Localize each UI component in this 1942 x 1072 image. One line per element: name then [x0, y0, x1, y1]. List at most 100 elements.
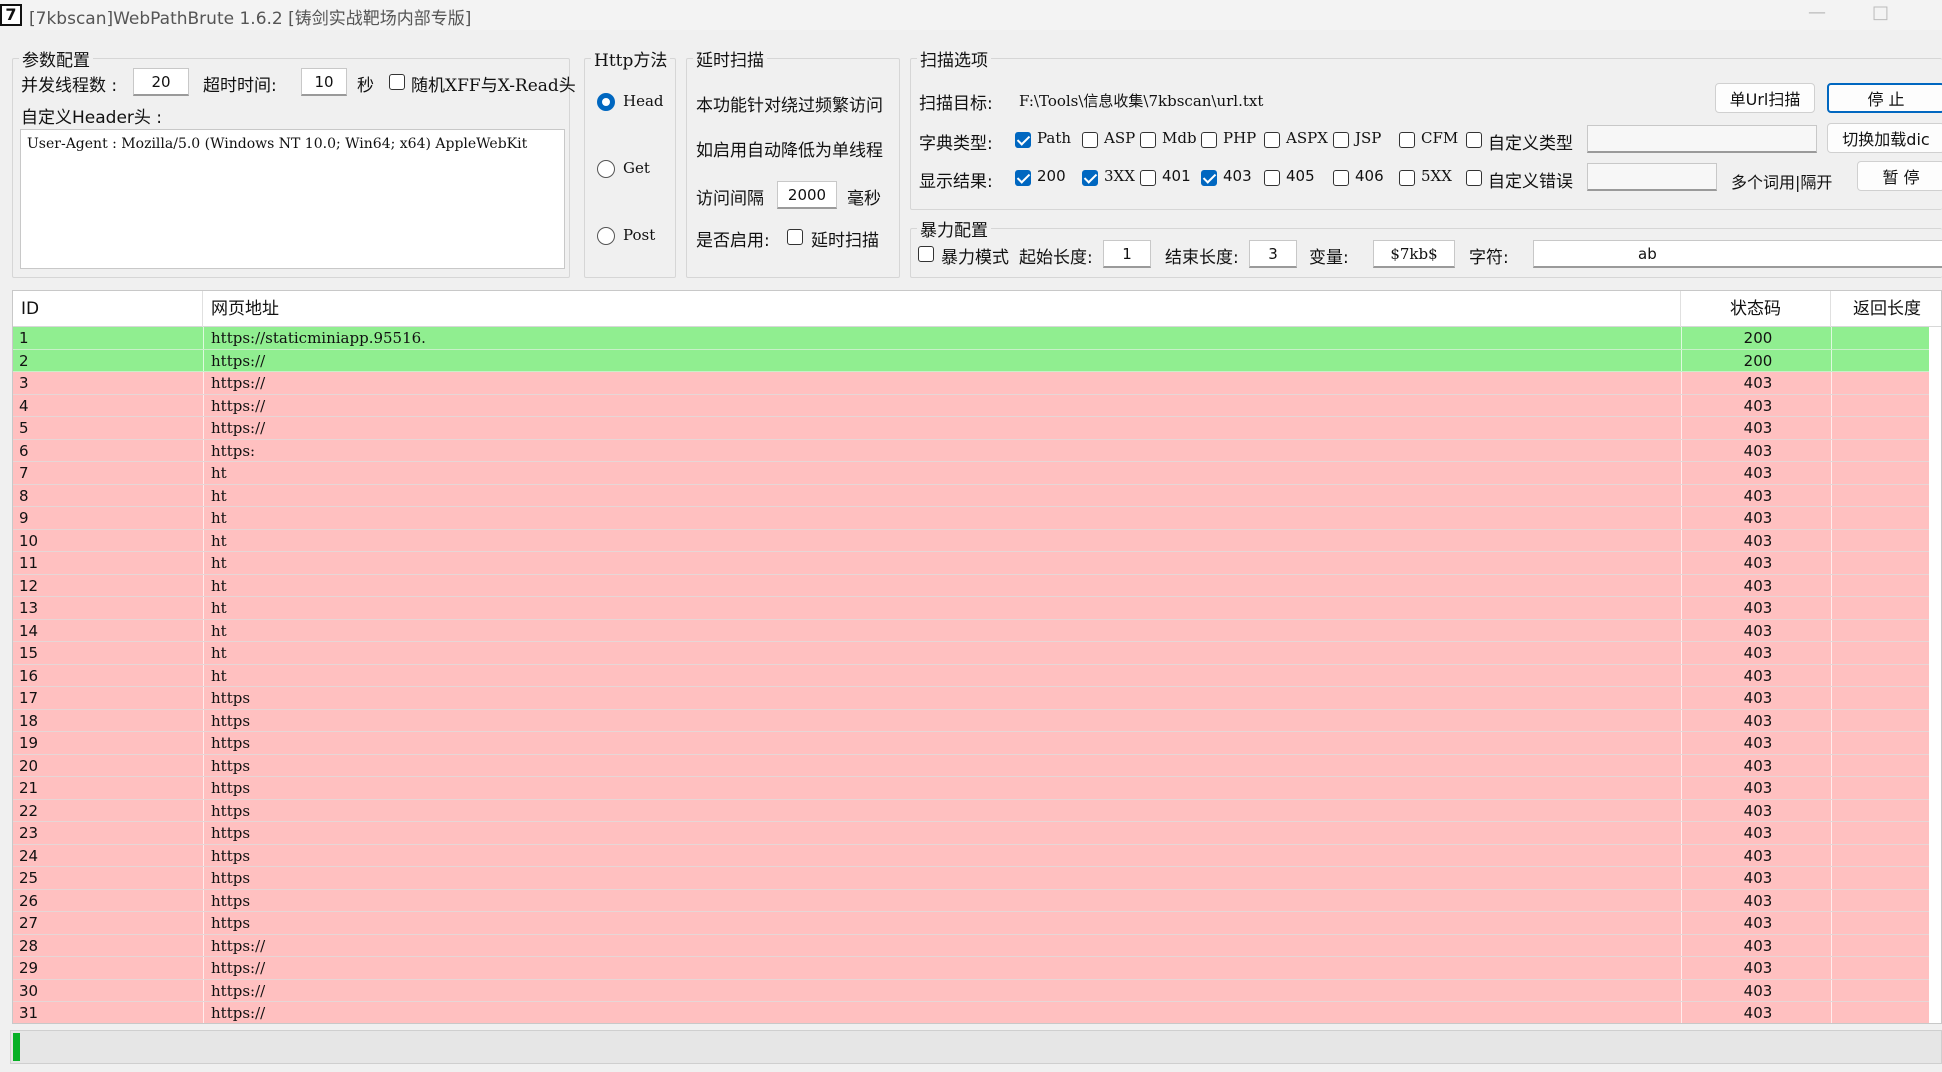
row-status-cell: 200 — [1743, 329, 1773, 347]
dict-php-checkbox[interactable] — [1201, 132, 1217, 148]
result-403-checkbox[interactable] — [1201, 170, 1217, 186]
table-row[interactable]: 30 https:// 403 — [13, 979, 1929, 1002]
minimize-button[interactable]: — — [1808, 2, 1826, 23]
delay-enable-label: 是否启用: — [696, 231, 770, 251]
start-length-input[interactable]: 1 — [1103, 240, 1151, 268]
table-row[interactable]: 27 https 403 — [13, 912, 1929, 935]
dict-cfm-checkbox[interactable] — [1399, 132, 1415, 148]
table-row[interactable]: 1 https://staticminiapp.95516. 200 — [13, 327, 1929, 350]
table-row[interactable]: 25 https 403 — [13, 867, 1929, 890]
timeout-input[interactable]: 10 — [301, 68, 347, 96]
row-status-cell: 403 — [1743, 756, 1773, 775]
radio-head[interactable] — [597, 93, 615, 111]
dict-path-checkbox[interactable] — [1015, 132, 1031, 148]
stop-button[interactable]: 停 止 — [1827, 83, 1942, 113]
result-200-checkbox[interactable] — [1015, 170, 1031, 186]
cell-divider — [1681, 574, 1682, 596]
delay-group: 延时扫描 本功能针对绕过频繁访问 如启用自动降低为单线程 访问间隔 2000 毫… — [686, 46, 900, 278]
table-row[interactable]: 14 ht 403 — [13, 619, 1929, 642]
result-406-checkbox[interactable] — [1333, 170, 1349, 186]
brute-mode-label: 暴力模式 — [941, 248, 1009, 268]
table-row[interactable]: 24 https 403 — [13, 844, 1929, 867]
table-row[interactable]: 5 https:// 403 — [13, 417, 1929, 440]
col-length-header[interactable]: 返回长度 — [1831, 291, 1941, 327]
table-row[interactable]: 31 https:// 403 — [13, 1002, 1929, 1023]
random-xff-checkbox[interactable] — [389, 74, 405, 90]
table-row[interactable]: 10 ht 403 — [13, 529, 1929, 552]
table-row[interactable]: 19 https 403 — [13, 732, 1929, 755]
dict-asp-checkbox[interactable] — [1082, 132, 1098, 148]
table-row[interactable]: 28 https:// 403 — [13, 934, 1929, 957]
table-row[interactable]: 4 https:// 403 — [13, 394, 1929, 417]
table-row[interactable]: 3 https:// 403 — [13, 372, 1929, 395]
params-group-title: 参数配置 — [19, 46, 93, 71]
cell-divider — [203, 349, 204, 371]
table-row[interactable]: 6 https: 403 — [13, 439, 1929, 462]
col-url-header[interactable]: 网页地址 — [203, 291, 1681, 327]
row-id-cell: 3 — [19, 374, 29, 392]
table-row[interactable]: 12 ht 403 — [13, 574, 1929, 597]
result-401-checkbox[interactable] — [1140, 170, 1156, 186]
table-row[interactable]: 17 https 403 — [13, 687, 1929, 710]
result-5xx-checkbox[interactable] — [1399, 170, 1415, 186]
row-url-cell: ht — [211, 509, 227, 527]
dict-jsp-label: JSP — [1355, 129, 1382, 147]
cell-divider — [203, 709, 204, 731]
switch-dict-button[interactable]: 切换加载dic — [1827, 123, 1942, 153]
cell-divider — [203, 507, 204, 529]
col-status-header[interactable]: 状态码 — [1681, 291, 1831, 327]
target-path: F:\Tools\信息收集\7kbscan\url.txt — [1019, 92, 1264, 110]
table-row[interactable]: 20 https 403 — [13, 754, 1929, 777]
header-textarea[interactable]: User-Agent : Mozilla/5.0 (Windows NT 10.… — [20, 129, 565, 269]
table-row[interactable]: 29 https:// 403 — [13, 957, 1929, 980]
dict-custom-input[interactable] — [1587, 125, 1817, 153]
table-row[interactable]: 13 ht 403 — [13, 597, 1929, 620]
table-row[interactable]: 8 ht 403 — [13, 484, 1929, 507]
result-406-label: 406 — [1355, 167, 1384, 185]
cell-divider — [203, 1002, 204, 1023]
start-length-label: 起始长度: — [1019, 248, 1093, 268]
dict-jsp-checkbox[interactable] — [1333, 132, 1349, 148]
cell-divider — [203, 597, 204, 619]
table-row[interactable]: 16 ht 403 — [13, 664, 1929, 687]
row-id-cell: 27 — [19, 914, 39, 932]
dict-custom-checkbox[interactable] — [1466, 132, 1482, 148]
table-row[interactable]: 23 https 403 — [13, 822, 1929, 845]
cell-divider — [1681, 867, 1682, 889]
table-row[interactable]: 15 ht 403 — [13, 642, 1929, 665]
results-table[interactable]: ID 网页地址 状态码 返回长度 1 https://staticminiapp.… — [12, 290, 1942, 1024]
radio-post[interactable] — [597, 227, 615, 245]
table-row[interactable]: 7 ht 403 — [13, 462, 1929, 485]
interval-input[interactable]: 2000 — [777, 181, 837, 209]
table-row[interactable]: 18 https 403 — [13, 709, 1929, 732]
end-length-input[interactable]: 3 — [1249, 240, 1297, 268]
result-custom-error-checkbox[interactable] — [1466, 170, 1482, 186]
radio-get[interactable] — [597, 160, 615, 178]
row-status-cell: 403 — [1743, 509, 1773, 527]
table-row[interactable]: 22 https 403 — [13, 799, 1929, 822]
table-row[interactable]: 21 https 403 — [13, 777, 1929, 800]
brute-mode-checkbox[interactable] — [918, 246, 934, 262]
single-url-scan-button[interactable]: 单Url扫描 — [1715, 83, 1815, 113]
maximize-button[interactable]: □ — [1872, 2, 1889, 23]
col-id-header[interactable]: ID — [13, 291, 203, 327]
threads-input[interactable]: 20 — [133, 68, 189, 96]
row-id-cell: 23 — [19, 824, 39, 842]
row-id-cell: 21 — [19, 779, 39, 797]
row-url-cell: ht — [211, 621, 227, 640]
custom-error-input[interactable] — [1587, 163, 1717, 191]
result-405-checkbox[interactable] — [1264, 170, 1280, 186]
dict-mdb-checkbox[interactable] — [1140, 132, 1156, 148]
result-3xx-checkbox[interactable] — [1082, 170, 1098, 186]
cell-divider — [1681, 529, 1682, 551]
interval-label: 访问间隔 — [696, 189, 764, 209]
table-row[interactable]: 26 https 403 — [13, 889, 1929, 912]
table-row[interactable]: 11 ht 403 — [13, 552, 1929, 575]
delay-enable-checkbox[interactable] — [787, 229, 803, 245]
variable-input[interactable]: $7kb$ — [1373, 240, 1455, 268]
table-row[interactable]: 9 ht 403 — [13, 507, 1929, 530]
chars-input[interactable]: ab — [1533, 240, 1942, 268]
table-row[interactable]: 2 https:// 200 — [13, 349, 1929, 372]
dict-aspx-checkbox[interactable] — [1264, 132, 1280, 148]
pause-button[interactable]: 暂 停 — [1857, 161, 1942, 191]
